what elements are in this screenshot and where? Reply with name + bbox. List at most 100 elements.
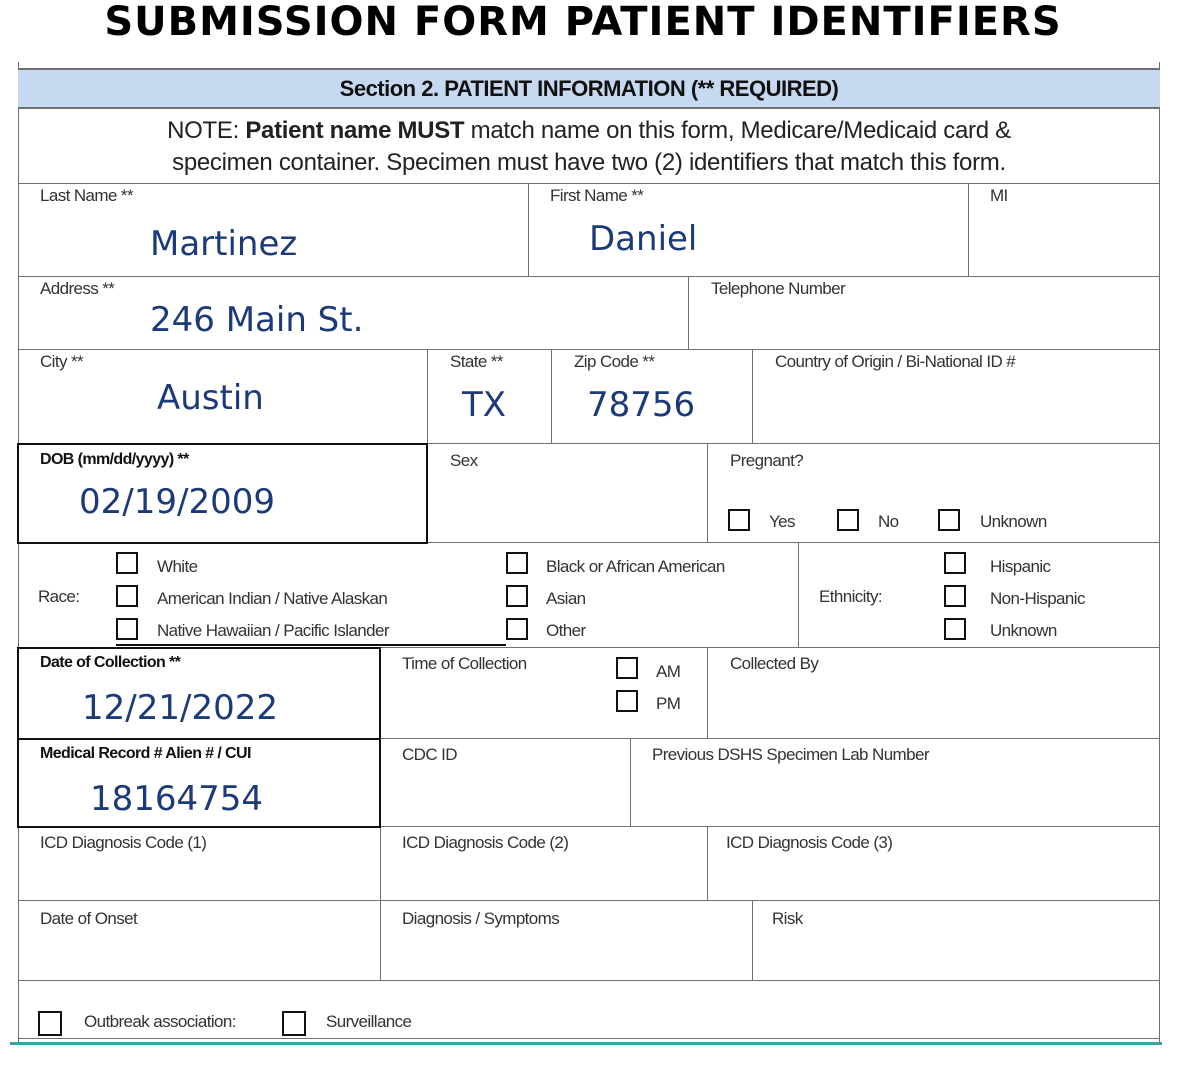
col-divider [707, 826, 708, 900]
col-divider [380, 738, 381, 980]
mi-label: MI [990, 186, 1008, 205]
date-of-collection-field[interactable]: 12/21/2022 [82, 688, 278, 728]
outbreak-label: Outbreak association: [84, 1012, 236, 1031]
diagnosis-label: Diagnosis / Symptoms [402, 909, 560, 928]
country-field[interactable] [775, 385, 1145, 425]
race-native-hawaiian-checkbox[interactable] [116, 618, 138, 640]
state-field[interactable]: TX [462, 385, 506, 425]
race-black-checkbox[interactable] [506, 552, 528, 574]
pregnant-unknown-label: Unknown [980, 512, 1047, 531]
previous-lab-number-field[interactable] [652, 775, 1142, 815]
ethnicity-unknown-checkbox[interactable] [944, 618, 966, 640]
collected-by-label: Collected By [730, 654, 819, 673]
race-american-indian-checkbox[interactable] [116, 585, 138, 607]
note-line2: specimen container. Specimen must have t… [172, 149, 1006, 176]
collected-by-field[interactable] [730, 685, 1140, 725]
form-frame [18, 62, 1160, 1042]
address-field[interactable]: 246 Main St. [150, 300, 363, 340]
race-asian-checkbox[interactable] [506, 585, 528, 607]
row-divider [18, 183, 1160, 184]
page-title: SUBMISSION FORM PATIENT IDENTIFIERS [104, 0, 1062, 45]
surveillance-checkbox[interactable] [282, 1011, 306, 1036]
col-divider [551, 349, 552, 443]
row-divider [18, 980, 1160, 981]
ethnicity-non-hispanic-label: Non-Hispanic [990, 589, 1085, 608]
race-underline [116, 644, 506, 646]
last-name-field[interactable]: Martinez [150, 224, 297, 264]
section-header: Section 2. PATIENT INFORMATION (** REQUI… [18, 68, 1160, 109]
diagnosis-field[interactable] [402, 932, 732, 972]
telephone-field[interactable] [711, 300, 1141, 340]
note-line1: match name on this form, Medicare/Medica… [464, 117, 1012, 144]
time-pm-checkbox[interactable] [616, 690, 638, 712]
last-name-label: Last Name ** [40, 186, 134, 205]
row-divider [18, 900, 1160, 901]
icd3-field[interactable] [726, 855, 1146, 895]
col-divider [707, 443, 708, 542]
ethnicity-label: Ethnicity: [819, 587, 883, 606]
city-label: City ** [40, 352, 84, 371]
icd2-label: ICD Diagnosis Code (2) [402, 833, 569, 852]
col-divider [707, 647, 708, 738]
dob-field[interactable]: 02/19/2009 [79, 482, 275, 522]
pregnant-no-checkbox[interactable] [837, 509, 859, 531]
row-divider [18, 738, 1160, 739]
first-name-field[interactable]: Daniel [589, 219, 697, 259]
time-am-checkbox[interactable] [616, 657, 638, 679]
date-of-onset-field[interactable] [40, 932, 360, 972]
cdc-id-label: CDC ID [402, 745, 458, 764]
time-of-collection-label: Time of Collection [402, 654, 527, 673]
race-other-checkbox[interactable] [506, 618, 528, 640]
time-pm-label: PM [656, 694, 681, 713]
cdc-id-field[interactable] [402, 775, 612, 815]
col-divider [688, 276, 689, 349]
ethnicity-hispanic-checkbox[interactable] [944, 552, 966, 574]
zip-label: Zip Code ** [574, 352, 655, 371]
race-white-label: White [157, 557, 198, 576]
icd2-field[interactable] [402, 855, 692, 895]
state-label: State ** [450, 352, 503, 371]
mi-field[interactable] [990, 220, 1150, 260]
row-divider [18, 826, 1160, 827]
telephone-label: Telephone Number [711, 279, 846, 298]
row-divider [18, 443, 1160, 444]
col-divider [798, 542, 799, 647]
pregnant-unknown-checkbox[interactable] [938, 509, 960, 531]
risk-field[interactable] [772, 932, 1142, 972]
row-divider [18, 276, 1160, 277]
race-black-label: Black or African American [546, 557, 725, 576]
first-name-label: First Name ** [550, 186, 644, 205]
medical-record-field[interactable]: 18164754 [90, 779, 263, 819]
risk-label: Risk [772, 909, 803, 928]
race-native-hawaiian-label: Native Hawaiian / Pacific Islander [157, 621, 389, 640]
surveillance-label: Surveillance [326, 1012, 412, 1031]
col-divider [752, 349, 753, 443]
ethnicity-non-hispanic-checkbox[interactable] [944, 585, 966, 607]
row-divider [18, 349, 1160, 350]
pregnant-yes-checkbox[interactable] [728, 509, 750, 531]
race-white-checkbox[interactable] [116, 552, 138, 574]
icd1-field[interactable] [40, 855, 360, 895]
pregnant-no-label: No [878, 512, 899, 531]
outbreak-checkbox[interactable] [38, 1011, 62, 1036]
date-of-onset-label: Date of Onset [40, 909, 138, 928]
icd1-label: ICD Diagnosis Code (1) [40, 833, 207, 852]
col-divider [528, 183, 529, 276]
note-prefix: NOTE: [167, 117, 246, 144]
sex-field[interactable] [450, 480, 690, 520]
race-asian-label: Asian [546, 589, 586, 608]
city-field[interactable]: Austin [157, 378, 264, 418]
bottom-rule [10, 1042, 1162, 1045]
race-other-label: Other [546, 621, 586, 640]
col-divider [752, 900, 753, 980]
section-note: NOTE: Patient name MUST match name on th… [18, 109, 1160, 183]
country-label: Country of Origin / Bi-National ID # [775, 352, 1016, 371]
previous-lab-number-label: Previous DSHS Specimen Lab Number [652, 745, 929, 764]
medical-record-label: Medical Record # Alien # / CUI [40, 745, 251, 762]
date-of-collection-label: Date of Collection ** [40, 654, 181, 671]
pregnant-label: Pregnant? [730, 451, 804, 470]
col-divider [630, 738, 631, 826]
address-label: Address ** [40, 279, 115, 298]
zip-field[interactable]: 78756 [587, 385, 695, 425]
col-divider [380, 647, 381, 738]
